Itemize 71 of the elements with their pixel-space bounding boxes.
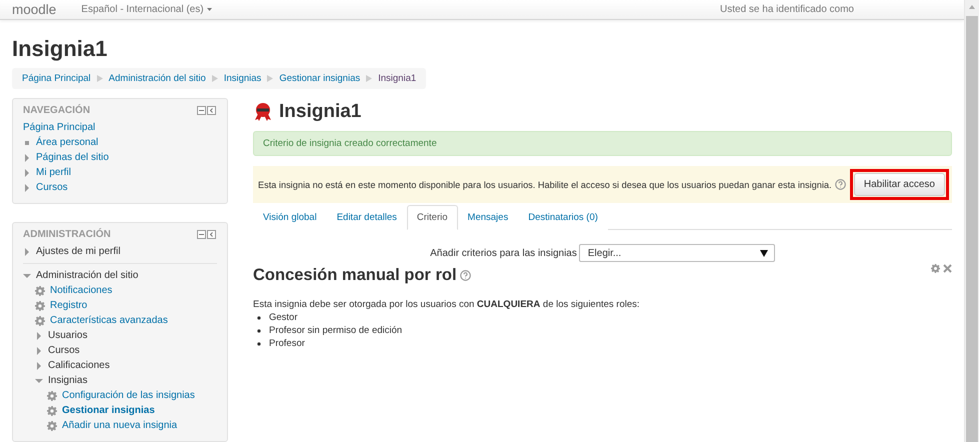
- page-title: Insignia1: [12, 36, 108, 62]
- tab[interactable]: Criterio: [406, 205, 458, 230]
- settings-icon[interactable]: [47, 390, 57, 400]
- breadcrumb-item: Insignia1: [378, 73, 416, 84]
- collapsed-arrow-icon[interactable]: [35, 332, 43, 340]
- nav-item[interactable]: Notificaciones: [50, 285, 112, 296]
- expanded-arrow-icon[interactable]: [35, 376, 43, 384]
- collapsed-arrow-icon[interactable]: [23, 168, 31, 176]
- collapsed-arrow-icon[interactable]: [35, 362, 43, 370]
- nav-item[interactable]: Página Principal: [23, 122, 96, 133]
- dropdown-arrow-icon: [760, 250, 768, 256]
- role-item: Profesor sin permiso de edición: [269, 324, 402, 337]
- scrollbar-thumb[interactable]: [966, 16, 978, 442]
- separator-icon: [212, 75, 218, 82]
- tab[interactable]: Mensajes: [458, 205, 518, 230]
- success-message: Criterio de insignia creado correctamente: [253, 131, 952, 156]
- block-title: NAVEGACIÓN: [23, 105, 90, 116]
- nav-item[interactable]: Cursos: [36, 182, 68, 193]
- nav-item[interactable]: Usuarios: [48, 330, 88, 341]
- nav-item[interactable]: Calificaciones: [48, 360, 110, 371]
- settings-icon[interactable]: [35, 300, 45, 310]
- bullet-icon: [23, 138, 31, 146]
- collapsed-arrow-icon[interactable]: [35, 346, 43, 354]
- enable-access-button[interactable]: Habilitar acceso: [854, 173, 945, 196]
- criterion-description: Esta insignia debe ser otorgada por los usuarios con CUALQUIERA de los siguientes roles:: [253, 299, 641, 310]
- badge-icon: [253, 102, 273, 122]
- settings-icon[interactable]: [47, 406, 57, 416]
- expanded-arrow-icon[interactable]: [23, 272, 31, 280]
- role-item: Profesor: [269, 337, 305, 350]
- nav-item[interactable]: Administración del sitio: [36, 270, 138, 281]
- nav-item[interactable]: Configuración de las insignias: [62, 390, 195, 401]
- warning-text: Esta insignia no está en este momento disponible para los usuarios. Habilite el acceso si desea que los usuarios puedan ganar esta insignia.: [258, 180, 832, 190]
- collapsed-arrow-icon[interactable]: [23, 184, 31, 192]
- brand-link[interactable]: moodle: [12, 2, 56, 17]
- breadcrumb-item[interactable]: Página Principal: [22, 73, 91, 84]
- nav-item[interactable]: Cursos: [48, 345, 80, 356]
- help-icon[interactable]: [834, 179, 846, 190]
- collapsed-arrow-icon[interactable]: [23, 248, 31, 256]
- nav-item[interactable]: Área personal: [36, 137, 98, 148]
- breadcrumb-item[interactable]: Administración del sitio: [108, 73, 206, 84]
- delete-icon[interactable]: [943, 264, 952, 273]
- nav-item[interactable]: Páginas del sitio: [36, 152, 109, 163]
- nav-item[interactable]: Añadir una nueva insignia: [62, 420, 178, 431]
- settings-icon[interactable]: [35, 286, 45, 296]
- breadcrumb-item[interactable]: Insignias: [224, 73, 262, 84]
- login-info: Usted se ha identificado como: [720, 4, 854, 15]
- criterion-title: Concesión manual por rol: [253, 266, 457, 285]
- separator-icon: [96, 75, 103, 82]
- nav-item[interactable]: Insignias: [48, 375, 88, 386]
- breadcrumb-item[interactable]: Gestionar insignias: [279, 73, 360, 84]
- block-controls-icon[interactable]: [197, 230, 217, 239]
- select-label: Añadir criterios para las insignias: [430, 248, 577, 258]
- edit-settings-icon[interactable]: [931, 264, 940, 273]
- nav-item[interactable]: Registro: [50, 300, 88, 311]
- separator-icon: [267, 75, 274, 82]
- badge-title: Insignia1: [279, 101, 362, 123]
- role-item: Gestor: [269, 311, 298, 324]
- caret-icon: [206, 8, 212, 11]
- nav-item[interactable]: Ajustes de mi perfil: [36, 246, 120, 257]
- separator-icon: [366, 75, 372, 82]
- nav-item[interactable]: Características avanzadas: [50, 315, 168, 326]
- help-icon[interactable]: [460, 270, 471, 281]
- nav-item[interactable]: Mi perfil: [36, 167, 72, 178]
- block-title: ADMINISTRACIÓN: [23, 229, 111, 240]
- block-controls-icon[interactable]: [197, 106, 217, 115]
- collapsed-arrow-icon[interactable]: [23, 154, 31, 162]
- language-menu[interactable]: Español - Internacional (es): [81, 4, 212, 15]
- nav-item[interactable]: Gestionar insignias: [62, 405, 155, 416]
- settings-icon[interactable]: [47, 420, 57, 430]
- settings-icon[interactable]: [35, 316, 45, 326]
- criteria-select[interactable]: Elegir...: [578, 244, 775, 262]
